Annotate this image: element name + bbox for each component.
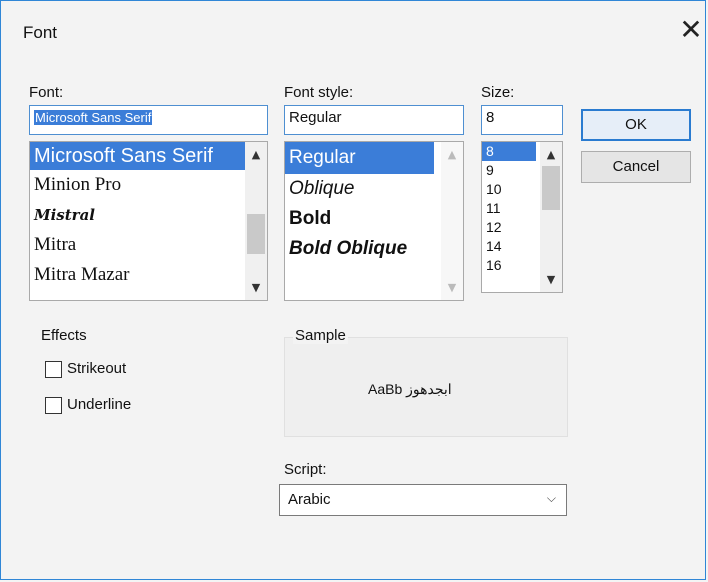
font-style-input[interactable]: Regular bbox=[284, 105, 464, 135]
script-select[interactable]: Arabic ⌵ bbox=[279, 484, 567, 516]
cancel-button[interactable]: Cancel bbox=[581, 151, 691, 183]
underline-checkbox[interactable] bbox=[45, 397, 62, 414]
script-value: Arabic bbox=[288, 491, 331, 508]
font-list-item[interactable]: Microsoft Sans Serif bbox=[30, 142, 267, 170]
font-list-scrollbar[interactable]: ▲ ▼ bbox=[245, 142, 267, 300]
chevron-up-icon[interactable]: ▲ bbox=[441, 148, 463, 161]
strikeout-label[interactable]: Strikeout bbox=[67, 360, 126, 377]
sample-label: Sample bbox=[293, 327, 348, 344]
style-list-item[interactable]: Bold Oblique bbox=[285, 234, 463, 264]
font-name-value: Microsoft Sans Serif bbox=[34, 110, 153, 125]
size-list-scrollbar[interactable]: ▲ ▼ bbox=[540, 142, 562, 292]
close-icon[interactable]: ✕ bbox=[676, 15, 706, 45]
font-label: Font: bbox=[29, 84, 64, 101]
ok-button[interactable]: OK bbox=[581, 109, 691, 141]
font-size-list[interactable]: 8 9 10 11 12 14 16 ▲ ▼ bbox=[481, 141, 563, 293]
font-dialog: Font ✕ Font: Microsoft Sans Serif Micros… bbox=[0, 0, 706, 580]
chevron-down-icon[interactable]: ▼ bbox=[441, 281, 463, 294]
font-list-item[interactable]: Minion Pro bbox=[30, 170, 267, 200]
font-list[interactable]: Microsoft Sans Serif Minion Pro Mistral … bbox=[29, 141, 268, 301]
size-list-item[interactable]: 8 bbox=[482, 142, 536, 161]
font-list-item[interactable]: Mistral bbox=[30, 200, 267, 230]
chevron-up-icon[interactable]: ▲ bbox=[245, 148, 267, 161]
sample-text: AaBb ابجدهوز bbox=[368, 381, 452, 397]
size-label: Size: bbox=[481, 84, 515, 101]
scroll-thumb[interactable] bbox=[542, 166, 560, 210]
font-style-list[interactable]: Regular Oblique Bold Bold Oblique ▲ ▼ bbox=[284, 141, 464, 301]
style-label: Font style: bbox=[284, 84, 354, 101]
chevron-down-icon[interactable]: ▼ bbox=[245, 281, 267, 294]
underline-label[interactable]: Underline bbox=[67, 396, 131, 413]
dialog-title: Font bbox=[23, 23, 58, 42]
style-list-item[interactable]: Bold bbox=[285, 204, 463, 234]
script-label: Script: bbox=[284, 461, 327, 478]
chevron-down-icon[interactable]: ⌵ bbox=[547, 491, 556, 506]
style-list-item[interactable]: Regular bbox=[285, 142, 434, 174]
font-list-item[interactable]: Mitra bbox=[30, 230, 267, 260]
strikeout-checkbox[interactable] bbox=[45, 361, 62, 378]
font-list-item[interactable]: Mitra Mazar bbox=[30, 260, 267, 290]
chevron-down-icon[interactable]: ▼ bbox=[540, 273, 562, 286]
font-name-input[interactable]: Microsoft Sans Serif bbox=[29, 105, 268, 135]
effects-label: Effects bbox=[41, 327, 87, 344]
font-size-input[interactable]: 8 bbox=[481, 105, 563, 135]
style-list-scrollbar[interactable]: ▲ ▼ bbox=[441, 142, 463, 300]
chevron-up-icon[interactable]: ▲ bbox=[540, 148, 562, 161]
style-list-item[interactable]: Oblique bbox=[285, 174, 463, 204]
scroll-thumb[interactable] bbox=[247, 214, 265, 254]
